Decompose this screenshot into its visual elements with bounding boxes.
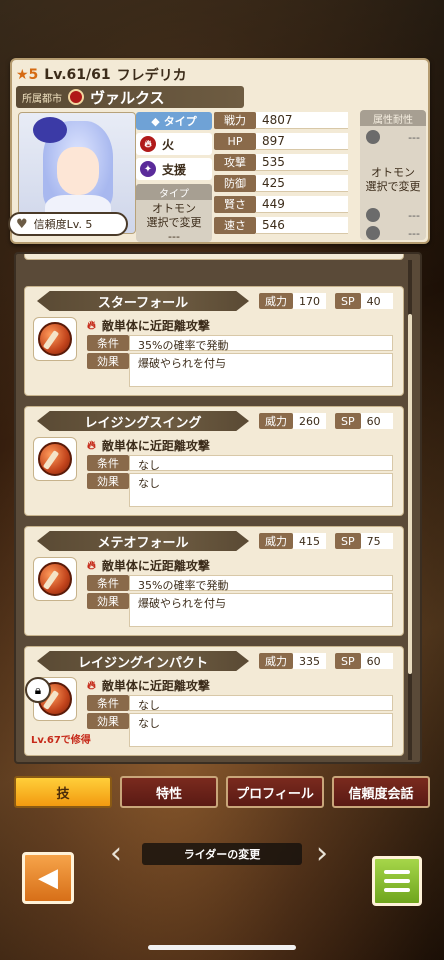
tab-bar: 技 特性 プロフィール 信頼度会話 [14, 776, 430, 812]
back-arrow-icon: ◀ [38, 863, 58, 893]
attribute-resistance-panel: 属性耐性 --- オトモン 選択で変更 --- --- [360, 110, 426, 240]
otomon-type-line: オトモン 選択で変更 [146, 202, 202, 229]
skill-sp: SP 40 [335, 293, 393, 309]
resistance-otomon-text: オトモン 選択で変更 [365, 166, 421, 193]
sword-icon [38, 322, 72, 356]
skill-icon [33, 557, 77, 601]
type-header-icon: ◆ [151, 114, 160, 128]
skill-name: メテオフォール [37, 531, 249, 551]
fire-icon: 🔥︎ [140, 136, 156, 152]
skill-power: 威力 170 [259, 293, 326, 309]
skill-name: レイジングスイング [37, 411, 249, 431]
scrollbar-thumb[interactable] [408, 314, 412, 674]
stat-row-attack: 攻撃 535 [214, 152, 354, 172]
next-rider-button[interactable]: › [310, 835, 334, 871]
tab-trust-talk[interactable]: 信頼度会話 [332, 776, 430, 808]
skill-target: 🔥︎ 敵単体に近距離攻撃 [87, 558, 210, 573]
skill-card[interactable]: スターフォール 威力 170 SP 40 🔥︎ 敵単体に近距離攻撃 条件 35%… [24, 286, 404, 396]
fire-icon: 🔥︎ [87, 678, 96, 692]
city-label: 所属都市 [22, 93, 62, 105]
skill-card[interactable]: レイジングスイング 威力 260 SP 60 🔥︎ 敵単体に近距離攻撃 条件 な… [24, 406, 404, 516]
skill-effect: 効果 爆破やられを付与 [87, 593, 393, 627]
skill-effect: 効果 爆破やられを付与 [87, 353, 393, 387]
unlock-level-text: Lv.67で修得 [31, 735, 91, 746]
tab-traits[interactable]: 特性 [120, 776, 218, 808]
skill-icon [33, 437, 77, 481]
stat-row-wisdom: 賢さ 449 [214, 194, 354, 214]
menu-button[interactable] [372, 856, 422, 906]
resistance-row: --- [360, 126, 426, 144]
rarity-star: ★5 [16, 67, 39, 83]
skill-effect: 効果 なし [87, 473, 393, 507]
home-indicator[interactable] [148, 945, 296, 950]
portrait-bow [33, 117, 67, 143]
dragon-res-icon [366, 226, 380, 240]
rider-change-label: ライダーの変更 [142, 843, 302, 865]
type-header: ◆ タイプ [136, 112, 212, 130]
skill-power: 威力 415 [259, 533, 326, 549]
resistance-row: --- [360, 222, 426, 240]
otomon-type-header: タイプ [136, 184, 212, 200]
city-name: ヴァルクス [90, 88, 165, 107]
sword-icon [38, 562, 72, 596]
city-bar: 所属都市 ヴァルクス [16, 86, 244, 108]
portrait-face [57, 147, 99, 195]
trust-level-badge[interactable]: ♥ 信頼度Lv. 5 [8, 212, 128, 236]
skill-target: 🔥︎ 敵単体に近距離攻撃 [87, 318, 210, 333]
fire-icon: 🔥︎ [87, 438, 96, 452]
skill-name: スターフォール [37, 291, 249, 311]
skill-card-locked[interactable]: レイジングインパクト 威力 335 SP 60 🔒︎ Lv.67で修得 🔥︎ 敵… [24, 646, 404, 756]
character-level: Lv.61/61 [44, 67, 111, 83]
fire-res-icon [366, 130, 380, 144]
lock-icon: 🔒︎ [25, 677, 51, 703]
tab-profile[interactable]: プロフィール [226, 776, 324, 808]
sword-icon [38, 442, 72, 476]
skill-target: 🔥︎ 敵単体に近距離攻撃 [87, 678, 210, 693]
stat-row-defense: 防御 425 [214, 173, 354, 193]
character-header: ★5 Lv.61/61 フレデリカ [16, 64, 296, 86]
back-button[interactable]: ◀ [22, 852, 74, 904]
skill-icon [33, 317, 77, 361]
prev-rider-button[interactable]: ‹ [104, 835, 128, 871]
tab-skills[interactable]: 技 [14, 776, 112, 808]
skill-sp: SP 60 [335, 413, 393, 429]
skill-name: レイジングインパクト [37, 651, 249, 671]
skill-condition: 条件 なし [87, 455, 393, 472]
fire-icon: 🔥︎ [87, 558, 96, 572]
skill-list[interactable]: スターフォール 威力 170 SP 40 🔥︎ 敵単体に近距離攻撃 条件 35%… [14, 252, 422, 764]
stat-row-power: 戦力 4807 [214, 110, 354, 130]
chevron-left-icon: ‹ [110, 835, 122, 871]
skill-power: 威力 260 [259, 413, 326, 429]
skill-card-partial [24, 254, 404, 260]
attribute-resistance-title: 属性耐性 [360, 110, 426, 126]
stats-column: 戦力 4807 HP 897 攻撃 535 防御 425 賢さ 449 速さ 5… [214, 110, 354, 236]
city-emblem-icon [68, 89, 84, 105]
character-name: フレデリカ [116, 68, 187, 84]
skill-effect: 効果 なし [87, 713, 393, 747]
skill-card[interactable]: メテオフォール 威力 415 SP 75 🔥︎ 敵単体に近距離攻撃 条件 35%… [24, 526, 404, 636]
type-support: ✦ 支援 [136, 158, 212, 180]
menu-icon [384, 870, 410, 874]
type-column: ◆ タイプ 🔥︎ 火 ✦ 支援 タイプ オトモン 選択で変更 --- [136, 112, 218, 244]
ice-res-icon [366, 208, 380, 222]
resistance-row: --- [360, 204, 426, 222]
otomon-type-box: タイプ オトモン 選択で変更 --- [136, 184, 212, 244]
type-fire: 🔥︎ 火 [136, 133, 212, 155]
heart-icon: ♥ [16, 216, 28, 232]
skill-condition: 条件 35%の確率で発動 [87, 575, 393, 592]
otomon-type-text: オトモン 選択で変更 --- [136, 202, 212, 244]
stat-row-hp: HP 897 [214, 131, 354, 151]
support-icon: ✦ [140, 161, 156, 177]
skill-sp: SP 60 [335, 653, 393, 669]
skill-condition: 条件 なし [87, 695, 393, 712]
skill-target: 🔥︎ 敵単体に近距離攻撃 [87, 438, 210, 453]
stat-row-speed: 速さ 546 [214, 215, 354, 235]
skill-power: 威力 335 [259, 653, 326, 669]
fire-icon: 🔥︎ [87, 318, 96, 332]
skill-sp: SP 75 [335, 533, 393, 549]
chevron-right-icon: › [316, 835, 328, 871]
skill-condition: 条件 35%の確率で発動 [87, 335, 393, 352]
otomon-type-dash: --- [168, 230, 180, 243]
